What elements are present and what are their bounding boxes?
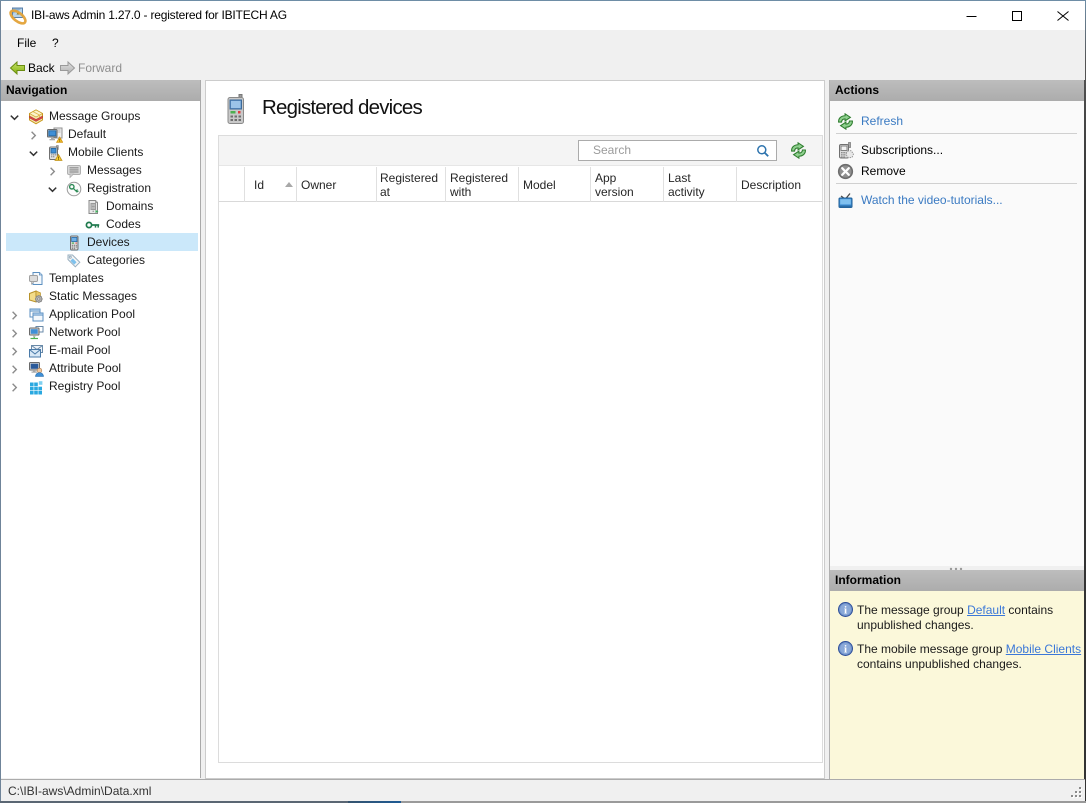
svg-text:i: i <box>844 605 847 617</box>
svg-text:i: i <box>844 644 847 656</box>
